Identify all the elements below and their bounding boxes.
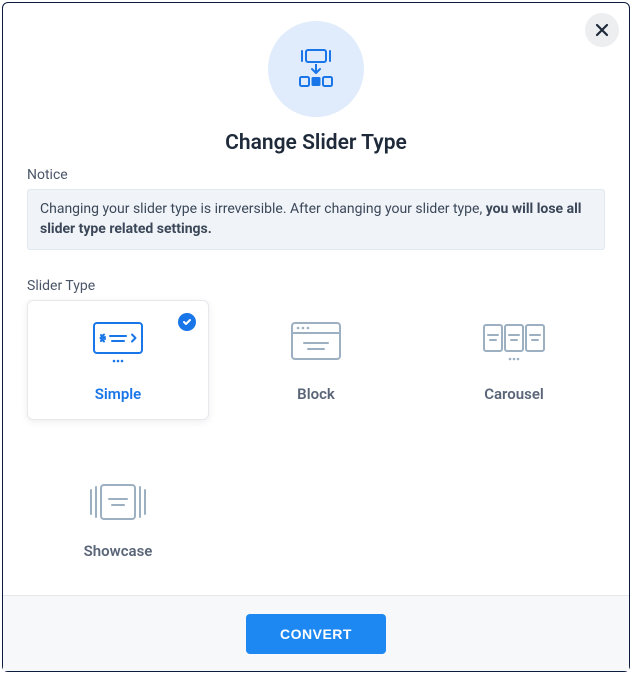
convert-button[interactable]: CONVERT xyxy=(246,614,386,654)
option-label: Simple xyxy=(95,385,142,403)
change-slider-type-modal: Change Slider Type Notice Changing your … xyxy=(2,2,630,672)
option-label: Showcase xyxy=(84,542,153,560)
showcase-slider-icon xyxy=(86,480,150,524)
modal-footer: CONVERT xyxy=(3,595,629,671)
block-slider-icon xyxy=(284,317,348,367)
modal-content: Change Slider Type Notice Changing your … xyxy=(3,3,629,595)
option-block[interactable]: Block xyxy=(225,300,407,420)
close-button[interactable] xyxy=(585,13,619,47)
selected-check-icon xyxy=(178,313,196,331)
slider-type-options: Simple Block xyxy=(27,300,605,580)
notice-box: Changing your slider type is irreversibl… xyxy=(27,189,605,250)
modal-title: Change Slider Type xyxy=(27,131,605,155)
option-showcase[interactable]: Showcase xyxy=(27,460,209,580)
simple-slider-icon xyxy=(86,317,150,367)
option-simple[interactable]: Simple xyxy=(27,300,209,420)
slider-type-label: Slider Type xyxy=(27,278,605,294)
slider-convert-icon xyxy=(291,44,341,94)
notice-label: Notice xyxy=(27,167,605,183)
close-icon xyxy=(595,23,609,37)
carousel-slider-icon xyxy=(478,317,550,367)
option-label: Carousel xyxy=(484,385,544,403)
option-carousel[interactable]: Carousel xyxy=(423,300,605,420)
option-label: Block xyxy=(297,385,335,403)
hero-icon-circle xyxy=(268,21,364,117)
notice-text: Changing your slider type is irreversibl… xyxy=(40,201,486,217)
